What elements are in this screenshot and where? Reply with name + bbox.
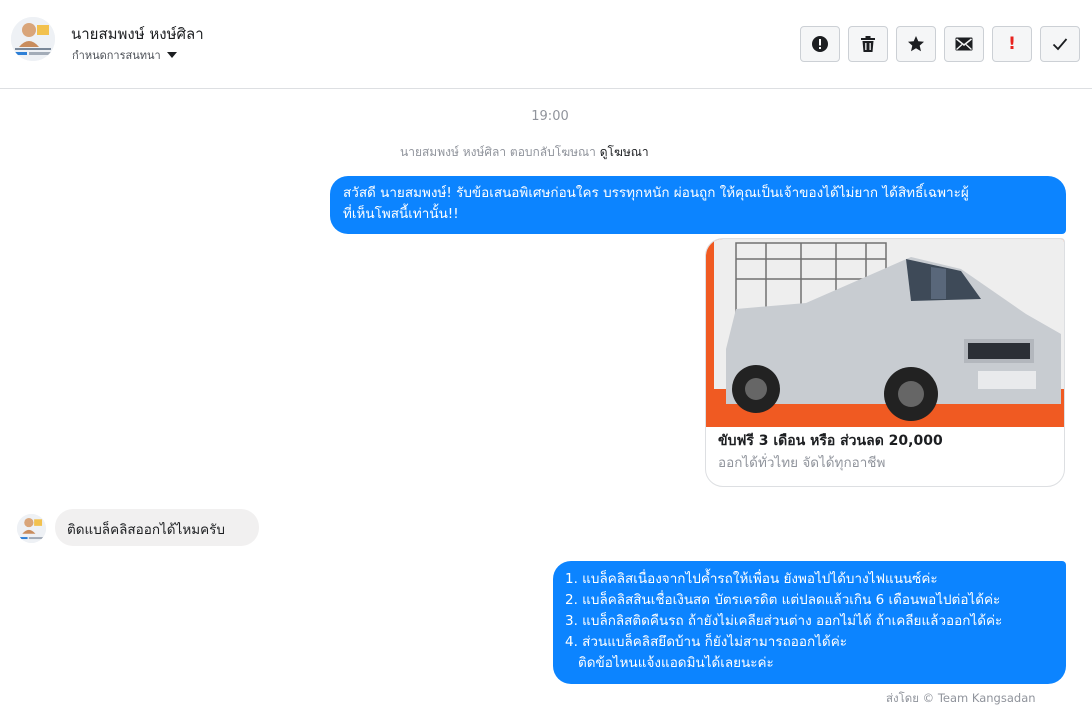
contact-name: นายสมพงษ์ หงษ์ศิลา: [71, 25, 204, 43]
sent-by-label: ส่งโดย © Team Kangsadan: [886, 691, 1036, 705]
ad-reply-text: นายสมพงษ์ หงษ์ศิลา ตอบกลับโฆษณา: [400, 145, 596, 159]
ad-subtitle: ออกได้ทั่วไทย จัดได้ทุกอาชีพ: [718, 455, 886, 471]
reply-line: 4. ส่วนแบล็คลิสยึดบ้าน ก็ยังไม่สามารถออก…: [565, 634, 847, 650]
ad-reply-notice: นายสมพงษ์ หงษ์ศิลา ตอบกลับโฆษณา ดูโฆษณา: [400, 143, 649, 162]
conversation-settings-label: กำหนดการสนทนา: [72, 49, 161, 62]
exclamation-icon: !: [1008, 34, 1016, 54]
done-button[interactable]: [1040, 26, 1080, 62]
reply-line: 1. แบล็คลิสเนื่องจากไปค้ำรถให้เพื่อน ยัง…: [565, 571, 938, 587]
contact-avatar[interactable]: [11, 17, 55, 61]
message-timestamp: 19:00: [531, 109, 569, 124]
envelope-icon: [955, 37, 973, 51]
chevron-down-icon: [166, 52, 177, 58]
ad-title: ขับฟรี 3 เดือน หรือ ส่วนลด 20,000: [718, 433, 943, 449]
conversation-settings-dropdown[interactable]: กำหนดการสนทนา: [72, 46, 177, 64]
delete-button[interactable]: [848, 26, 888, 62]
star-button[interactable]: [896, 26, 936, 62]
reply-line: 2. แบล็คลิสสินเชื่อเงินสด บัตรเครดิต แต่…: [565, 592, 1001, 608]
outgoing-message: สวัสดี นายสมพงษ์! รับข้อเสนอพิเศษก่อนใคร…: [330, 176, 1066, 234]
view-ad-link[interactable]: ดูโฆษณา: [600, 145, 649, 159]
incoming-message: ติดแบล็คลิสออกได้ไหมครับ: [55, 509, 259, 546]
reply-line: 3. แบล็กลิสติดคืนรถ ถ้ายังไม่เคลียส่วนต่…: [565, 613, 1003, 629]
sender-avatar: [17, 514, 46, 543]
checkmark-icon: [1052, 38, 1068, 51]
reply-line: ติดข้อไหนแจ้งแอดมินได้เลยนะค่ะ: [578, 655, 774, 671]
important-button[interactable]: !: [992, 26, 1032, 62]
ad-image: [706, 239, 1064, 427]
reply-message: 1. แบล็คลิสเนื่องจากไปค้ำรถให้เพื่อน ยัง…: [553, 561, 1066, 684]
ad-card[interactable]: ขับฟรี 3 เดือน หรือ ส่วนลด 20,000 ออกได้…: [705, 238, 1065, 487]
message-line: ที่เห็นโพสนี้เท่านั้น!!: [343, 206, 459, 222]
alert-circle-icon: [812, 36, 828, 52]
message-line: สวัสดี นายสมพงษ์! รับข้อเสนอพิเศษก่อนใคร…: [343, 185, 969, 201]
conversation-header: นายสมพงษ์ หงษ์ศิลา กำหนดการสนทนา !: [0, 0, 1092, 89]
star-icon: [908, 36, 924, 52]
mark-unread-button[interactable]: [944, 26, 984, 62]
trash-icon: [861, 36, 875, 52]
mark-spam-button[interactable]: [800, 26, 840, 62]
